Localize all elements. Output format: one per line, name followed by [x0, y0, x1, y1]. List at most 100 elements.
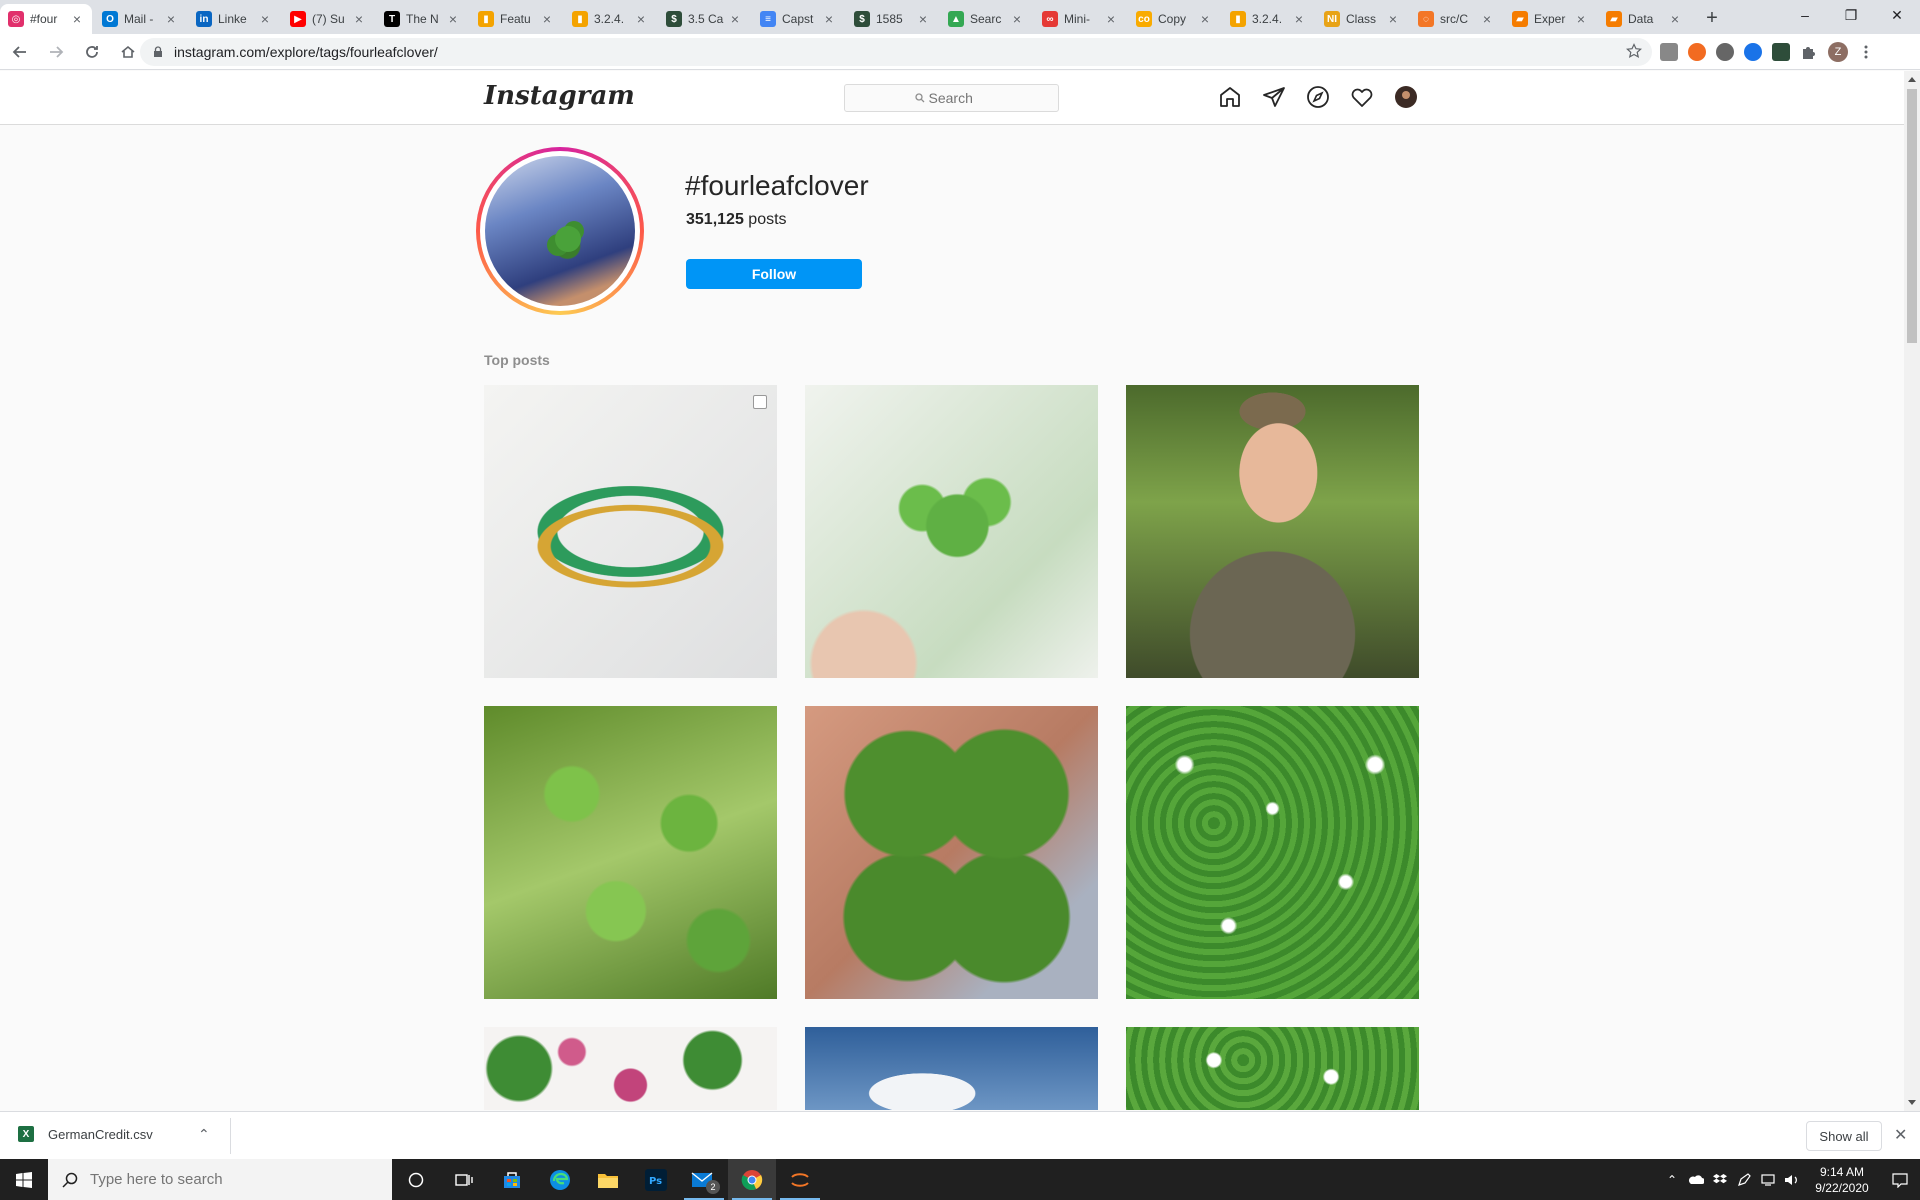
instagram-search[interactable] [844, 84, 1059, 112]
scroll-down-arrow[interactable] [1908, 1100, 1916, 1105]
close-icon[interactable]: × [70, 11, 84, 27]
close-icon[interactable]: × [1010, 11, 1024, 27]
browser-tab[interactable]: T The N × [376, 4, 468, 34]
browser-tab[interactable]: $1585 × [846, 4, 938, 34]
direct-messages-button[interactable] [1262, 85, 1286, 109]
post-clover-field[interactable] [1126, 1027, 1419, 1110]
new-tab-button[interactable]: + [1698, 4, 1726, 32]
chevron-up-icon[interactable]: ⌃ [198, 1126, 210, 1143]
action-center-button[interactable] [1880, 1159, 1920, 1200]
browser-tab[interactable]: NI Class × [1316, 4, 1408, 34]
search-input[interactable] [928, 90, 989, 106]
scroll-up-arrow[interactable] [1908, 77, 1916, 82]
store-app[interactable] [488, 1159, 536, 1200]
close-icon[interactable]: × [1386, 11, 1400, 27]
start-button[interactable] [0, 1159, 48, 1200]
browser-tab[interactable]: ◎ #four × [0, 4, 92, 34]
browser-tab[interactable]: ▲ Searc × [940, 4, 1032, 34]
jupyter-app[interactable] [776, 1159, 824, 1200]
chrome-app[interactable] [728, 1159, 776, 1200]
close-icon[interactable]: × [634, 11, 648, 27]
close-icon[interactable]: × [540, 11, 554, 27]
address-bar[interactable]: instagram.com/explore/tags/fourleafclove… [140, 38, 1652, 66]
close-icon[interactable]: × [1198, 11, 1212, 27]
post-clover-in-hand[interactable] [805, 385, 1098, 678]
green-extension-icon[interactable] [1772, 43, 1790, 61]
close-icon[interactable]: × [164, 11, 178, 27]
browser-tab[interactable]: ▰ Data × [1598, 4, 1690, 34]
explore-button[interactable] [1306, 85, 1330, 109]
puzzle-extensions-icon[interactable] [1800, 43, 1818, 61]
follow-button[interactable]: Follow [686, 259, 862, 289]
photoshop-app[interactable]: Ps [632, 1159, 680, 1200]
chevron-up-icon[interactable]: ⌃ [1660, 1159, 1684, 1200]
close-icon[interactable]: × [916, 11, 930, 27]
volume-icon[interactable] [1780, 1159, 1804, 1200]
browser-tab[interactable]: ◌ src/C × [1410, 4, 1502, 34]
bookmark-star-icon[interactable] [1626, 43, 1642, 59]
browser-tab[interactable]: ≡ Capst × [752, 4, 844, 34]
page-scrollbar[interactable] [1904, 71, 1920, 1111]
browser-tab[interactable]: O Mail - × [94, 4, 186, 34]
task-view-button[interactable] [440, 1159, 488, 1200]
mail-app[interactable]: 2 [680, 1159, 728, 1200]
network-icon[interactable] [1756, 1159, 1780, 1200]
post-sky-clouds[interactable] [805, 1027, 1098, 1110]
browser-tab[interactable]: $3.5 Ca × [658, 4, 750, 34]
profile-avatar[interactable]: Z [1828, 42, 1848, 62]
close-icon[interactable]: × [1574, 11, 1588, 27]
close-icon[interactable]: × [728, 11, 742, 27]
post-clover-flowers[interactable] [1126, 706, 1419, 999]
close-icon[interactable]: × [446, 11, 460, 27]
close-icon[interactable]: × [352, 11, 366, 27]
browser-tab[interactable]: ▶ (7) Su × [282, 4, 374, 34]
close-icon[interactable]: × [258, 11, 272, 27]
browser-tab[interactable]: ▮ 3.2.4. × [564, 4, 656, 34]
browser-tab[interactable]: ▮ 3.2.4. × [1222, 4, 1314, 34]
browser-tab[interactable]: in Linke × [188, 4, 280, 34]
close-window-button[interactable]: ✕ [1874, 0, 1920, 30]
edge-app[interactable] [536, 1159, 584, 1200]
onedrive-icon[interactable] [1684, 1159, 1708, 1200]
blue-extension-icon[interactable] [1744, 43, 1762, 61]
close-icon[interactable]: × [1480, 11, 1494, 27]
post-clover-pink-flowers[interactable] [484, 1027, 777, 1110]
browser-tab[interactable]: co Copy × [1128, 4, 1220, 34]
cortana-button[interactable] [392, 1159, 440, 1200]
file-explorer-app[interactable] [584, 1159, 632, 1200]
close-icon[interactable]: × [1292, 11, 1306, 27]
browser-tab[interactable]: ▮ Featu × [470, 4, 562, 34]
post-clover-patch[interactable] [484, 706, 777, 999]
close-icon[interactable]: × [822, 11, 836, 27]
forward-button[interactable] [40, 36, 72, 68]
taskbar-search[interactable] [48, 1159, 392, 1200]
post-clover-closeup[interactable] [805, 706, 1098, 999]
scroll-thumb[interactable] [1907, 89, 1917, 343]
chrome-menu-icon[interactable] [1858, 44, 1874, 60]
browser-tab[interactable]: ∞ Mini- × [1034, 4, 1126, 34]
post-woman-with-clover[interactable] [1126, 385, 1419, 678]
download-item[interactable]: X GermanCredit.csv [18, 1126, 153, 1142]
show-all-button[interactable]: Show all [1806, 1121, 1882, 1151]
circle-extension-icon[interactable] [1716, 43, 1734, 61]
close-icon[interactable]: × [1104, 11, 1118, 27]
system-clock[interactable]: 9:14 AM 9/22/2020 [1804, 1164, 1880, 1196]
back-button[interactable] [4, 36, 36, 68]
post-ring-clover[interactable] [484, 385, 777, 678]
select-checkbox[interactable] [753, 395, 767, 409]
home-nav-button[interactable] [1218, 85, 1242, 109]
instagram-logo[interactable]: Instagram [484, 81, 635, 111]
activity-button[interactable] [1350, 85, 1374, 109]
reload-button[interactable] [76, 36, 108, 68]
orange-extension-icon[interactable] [1688, 43, 1706, 61]
taskbar-search-input[interactable] [90, 1171, 330, 1188]
maximize-button[interactable]: ❐ [1828, 0, 1874, 30]
close-icon[interactable]: ✕ [1894, 1125, 1907, 1145]
minimize-button[interactable]: – [1782, 0, 1828, 30]
pen-icon[interactable] [1732, 1159, 1756, 1200]
close-icon[interactable]: × [1668, 11, 1682, 27]
dropbox-icon[interactable] [1708, 1159, 1732, 1200]
grammar-extension-icon[interactable] [1660, 43, 1678, 61]
profile-button[interactable] [1394, 85, 1418, 109]
browser-tab[interactable]: ▰ Exper × [1504, 4, 1596, 34]
